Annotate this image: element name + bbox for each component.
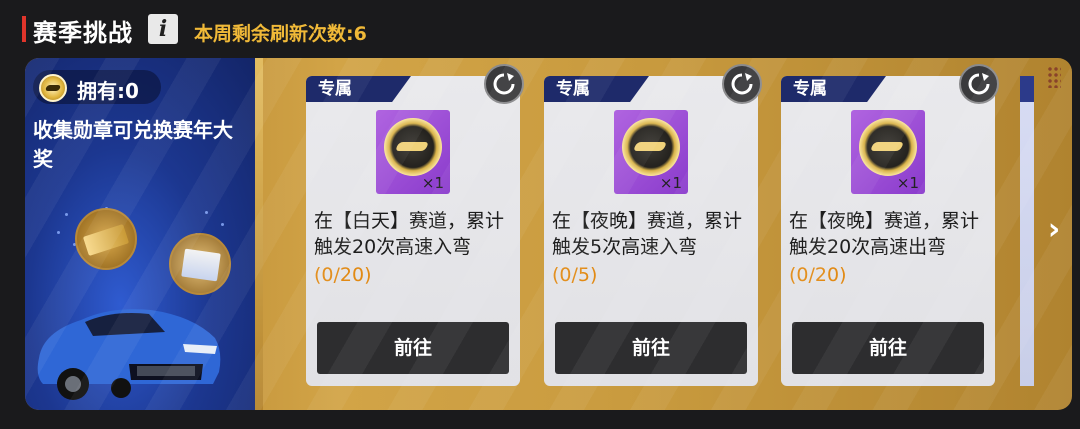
go-button[interactable]: 前往	[792, 322, 984, 374]
task-progress: (0/5)	[552, 264, 598, 286]
medal-icon	[859, 118, 917, 176]
owned-count: 拥有:0	[77, 79, 139, 103]
exclusive-tag: 专属	[544, 76, 649, 102]
task-progress: (0/20)	[789, 264, 847, 286]
next-card-peek	[1020, 76, 1034, 386]
car-image	[37, 309, 221, 400]
owned-badge: 拥有:0	[33, 70, 161, 104]
refresh-task-button[interactable]	[722, 64, 762, 104]
reward-item[interactable]: ×1	[851, 110, 925, 194]
challenge-card: 专属 ×1 在【夜晚】赛道，累计触发5次高速入弯 (0/5) 前往	[544, 64, 762, 386]
title-accent-bar	[22, 16, 26, 42]
promo-gold-edge	[255, 58, 263, 410]
reward-quantity: ×1	[421, 174, 444, 192]
refresh-task-button[interactable]	[484, 64, 524, 104]
header: 赛季挑战 i 本周剩余刷新次数:6	[0, 0, 1080, 60]
exclusive-tag: 专属	[306, 76, 411, 102]
season-prize-panel[interactable]: 拥有:0 收集勋章可兑换赛年大奖	[25, 58, 263, 410]
refresh-icon	[731, 73, 753, 95]
medal-icon	[39, 74, 67, 102]
reward-item[interactable]: ×1	[376, 110, 450, 194]
challenge-card: 专属 ×1 在【夜晚】赛道，累计触发20次高速出弯 (0/20) 前往	[781, 64, 999, 386]
task-progress: (0/20)	[314, 264, 372, 286]
task-description: 在【夜晚】赛道，累计触发5次高速入弯	[552, 210, 743, 258]
refresh-count-text: 本周剩余刷新次数:6	[194, 23, 367, 45]
info-icon[interactable]: i	[148, 14, 178, 44]
medal-icon	[622, 118, 680, 176]
refresh-icon	[493, 73, 515, 95]
go-button[interactable]: 前往	[317, 322, 509, 374]
task-description: 在【白天】赛道，累计触发20次高速入弯	[314, 210, 505, 258]
refresh-task-button[interactable]	[959, 64, 999, 104]
reward-quantity: ×1	[896, 174, 919, 192]
next-card-tag-peek	[1020, 76, 1034, 102]
go-button[interactable]: 前往	[555, 322, 747, 374]
ticket-prize-icon	[75, 208, 137, 270]
challenge-panel: 拥有:0 收集勋章可兑换赛年大奖 专属 ×1 在【白天】赛道，累计触发20次高速…	[25, 58, 1072, 410]
promo-description: 收集勋章可兑换赛年大奖	[33, 118, 233, 171]
reward-quantity: ×1	[659, 174, 682, 192]
medal-icon	[384, 118, 442, 176]
challenge-card: 专属 ×1 在【白天】赛道，累计触发20次高速入弯 (0/20) 前往	[306, 64, 524, 386]
reward-item[interactable]: ×1	[614, 110, 688, 194]
page-title: 赛季挑战	[33, 19, 133, 47]
refresh-icon	[968, 73, 990, 95]
dots-decoration	[1047, 66, 1061, 88]
chevron-right-icon[interactable]: ›	[1037, 210, 1071, 250]
task-description: 在【夜晚】赛道，累计触发20次高速出弯	[789, 210, 980, 258]
exclusive-tag: 专属	[781, 76, 886, 102]
